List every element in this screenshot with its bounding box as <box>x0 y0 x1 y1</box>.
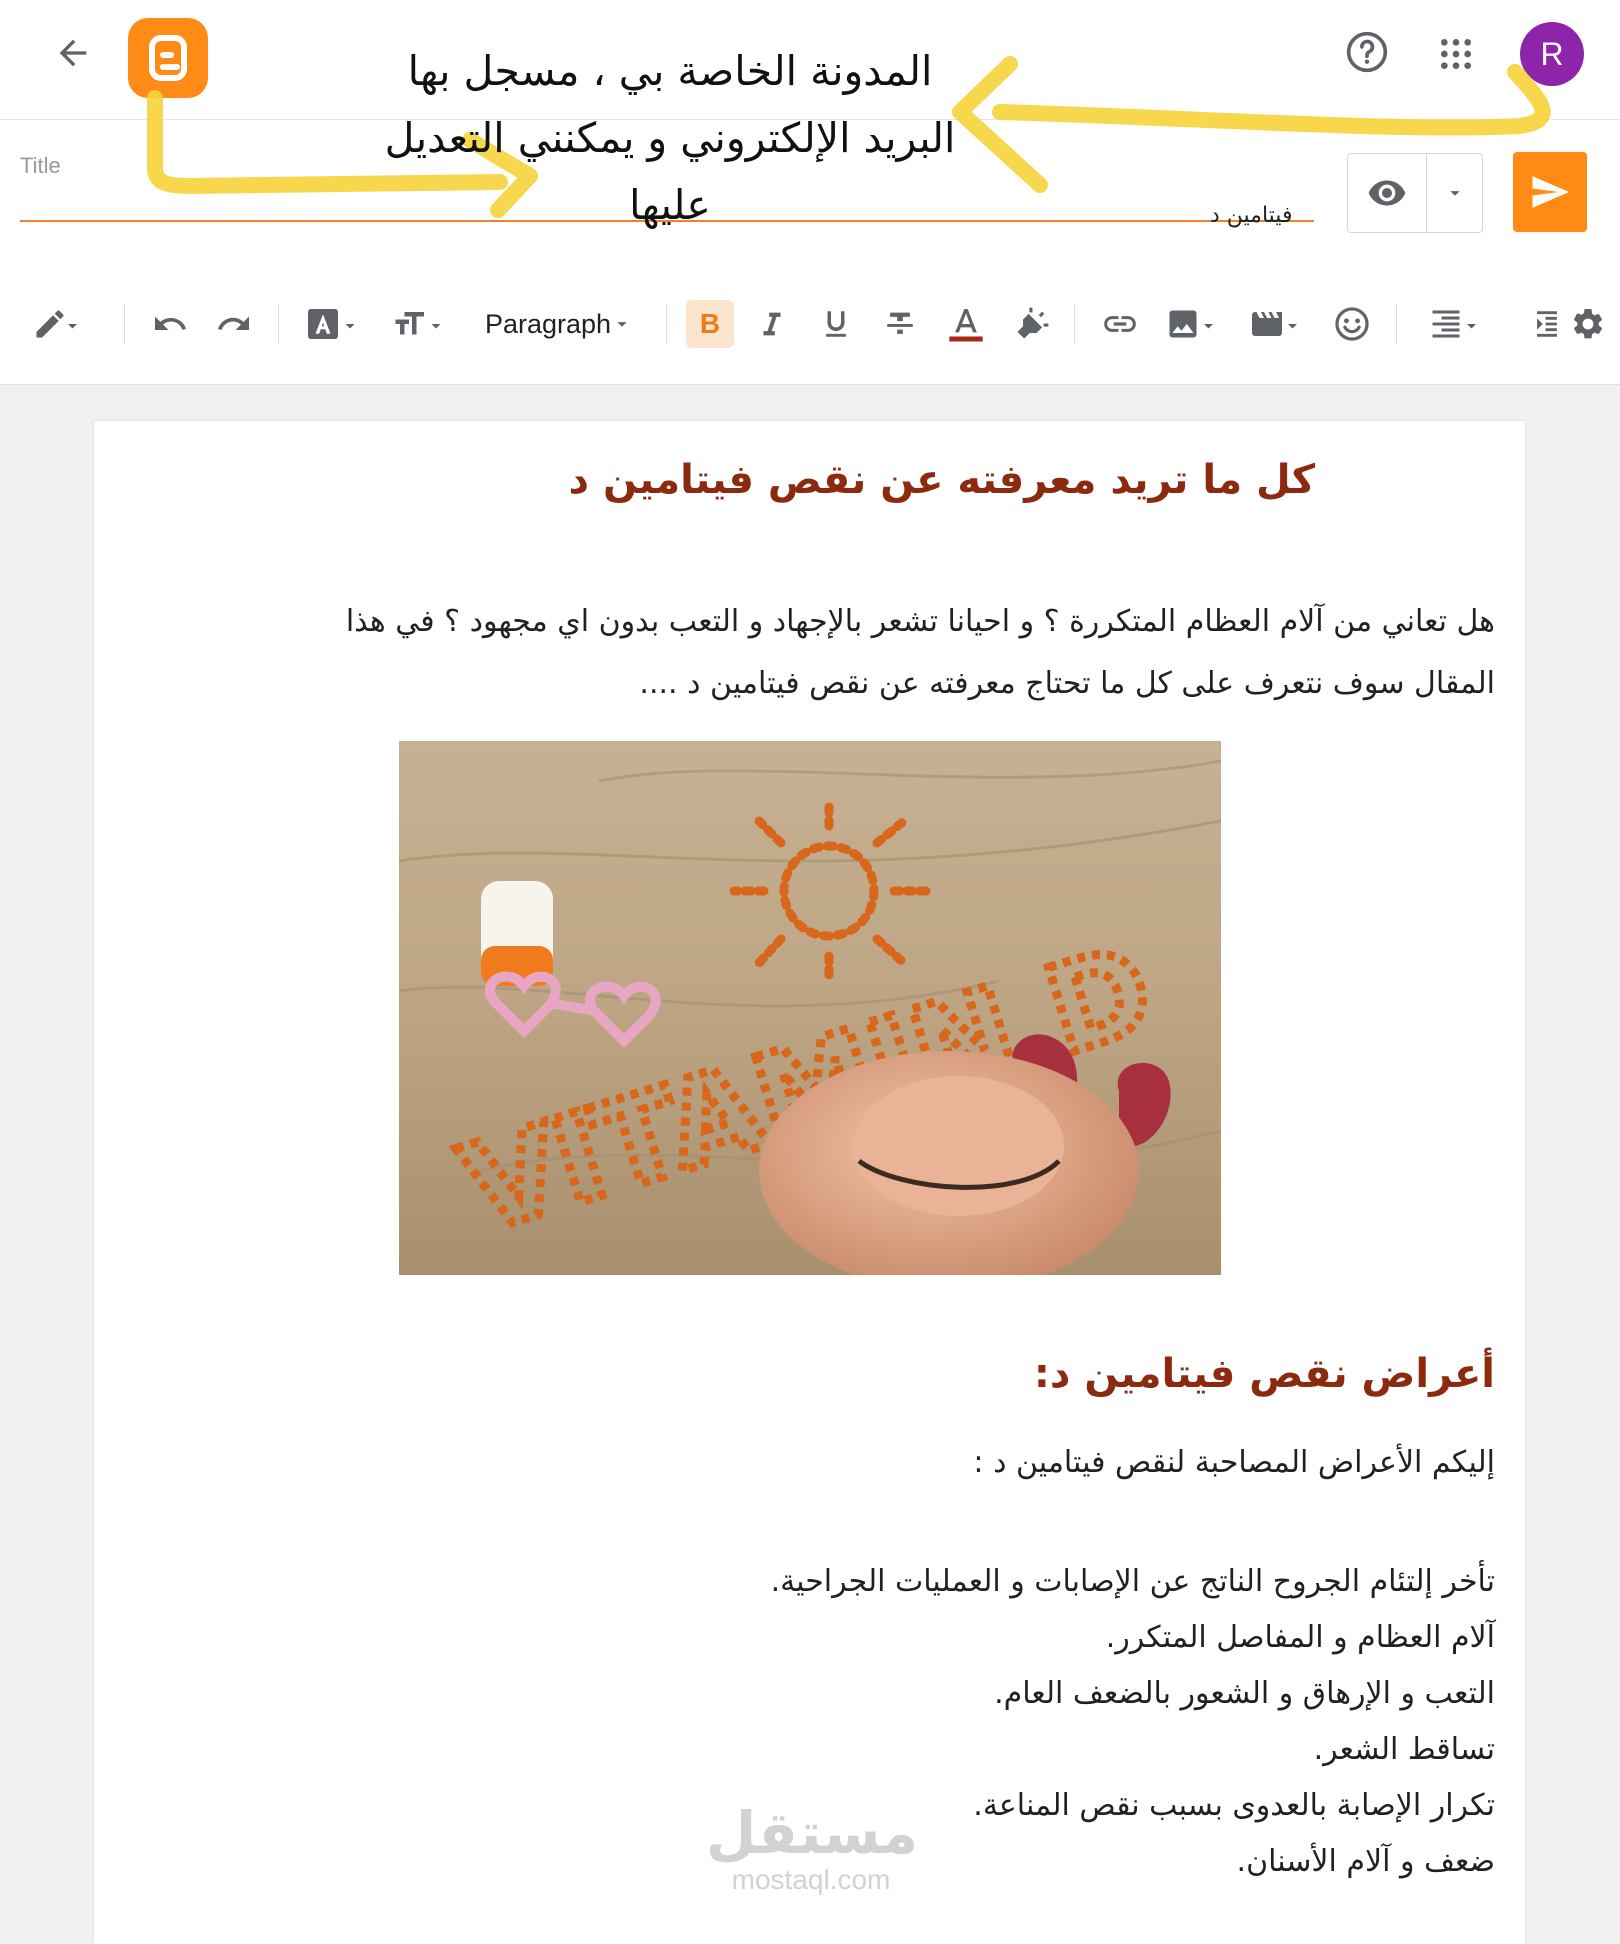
preview-button-group <box>1347 153 1483 233</box>
align-icon[interactable] <box>1420 298 1490 350</box>
preview-eye-icon[interactable] <box>1348 154 1427 232</box>
redo-icon[interactable] <box>212 298 256 350</box>
annotation-line: عليها <box>629 181 711 229</box>
post-editor-canvas[interactable]: كل ما تريد معرفته عن نقص فيتامين د هل تع… <box>94 421 1525 1944</box>
editor-toolbar: Paragraph B <box>0 268 1620 385</box>
settings-icon[interactable] <box>1568 298 1608 350</box>
intro-line: المقال سوف نتعرف على كل ما تحتاج معرفته … <box>639 666 1495 701</box>
paragraph-label: Paragraph <box>484 308 612 339</box>
link-icon[interactable] <box>1096 298 1144 350</box>
chevron-down-icon <box>617 322 627 327</box>
vitamin-d-beach-image[interactable]: VITAMIN D <box>399 741 1221 1275</box>
watermark-arabic: مستقل <box>706 1799 919 1867</box>
bold-button[interactable]: B <box>686 298 734 350</box>
symptoms-intro: إليكم الأعراض المصاحبة لنقص فيتامين د : <box>973 1445 1495 1480</box>
list-item: التعب و الإرهاق و الشعور بالضعف العام. <box>994 1676 1495 1711</box>
user-avatar[interactable]: R <box>1520 22 1584 86</box>
intro-paragraph: هل تعاني من آلام العظام المتكررة ؟ و احي… <box>204 591 1495 715</box>
symptoms-heading: أعراض نقص فيتامين د: <box>1033 1351 1495 1397</box>
intro-line: هل تعاني من آلام العظام المتكررة ؟ و احي… <box>345 604 1495 639</box>
publish-send-icon[interactable] <box>1513 152 1587 232</box>
highlight-icon[interactable] <box>1008 298 1056 350</box>
title-placeholder: Title <box>20 153 61 178</box>
handwritten-annotation: المدونة الخاصة بي ، مسجل بها البريد الإل… <box>360 38 980 239</box>
paragraph-dropdown[interactable]: Paragraph <box>474 298 644 350</box>
pencil-icon[interactable] <box>22 298 90 350</box>
annotation-line: البريد الإلكتروني و يمكنني التعديل <box>384 114 956 162</box>
video-icon[interactable] <box>1244 298 1308 350</box>
undo-icon[interactable] <box>148 298 192 350</box>
bold-icon: B <box>686 300 734 348</box>
toolbar-divider <box>1074 304 1075 344</box>
italic-icon[interactable] <box>750 298 794 350</box>
list-item: تأخر إلتئام الجروح الناتج عن الإصابات و … <box>770 1564 1495 1599</box>
mostaql-watermark: مستقل mostaql.com <box>706 1799 919 1895</box>
toolbar-divider <box>1396 304 1397 344</box>
post-label: فيتامين د <box>1210 203 1293 228</box>
font-color-box-icon[interactable] <box>302 298 362 350</box>
watermark-latin: mostaql.com <box>731 1864 891 1895</box>
toolbar-divider <box>666 304 667 344</box>
list-item: آلام العظام و المفاصل المتكرر. <box>1105 1620 1495 1655</box>
help-icon[interactable] <box>1345 30 1389 74</box>
blogger-logo-icon[interactable] <box>128 18 208 98</box>
image-icon[interactable] <box>1160 298 1224 350</box>
strikethrough-icon[interactable] <box>878 298 922 350</box>
indent-icon[interactable] <box>1530 298 1564 350</box>
list-item: تساقط الشعر. <box>1313 1732 1495 1767</box>
underline-icon[interactable] <box>814 298 858 350</box>
preview-dropdown-icon[interactable] <box>1427 154 1482 232</box>
text-color-icon[interactable] <box>942 298 990 350</box>
annotation-line: المدونة الخاصة بي ، مسجل بها <box>407 47 933 95</box>
back-arrow-icon[interactable] <box>48 28 98 78</box>
post-heading: كل ما تريد معرفته عن نقص فيتامين د <box>568 457 1315 503</box>
emoji-icon[interactable] <box>1328 298 1376 350</box>
toolbar-divider <box>124 304 125 344</box>
text-size-icon[interactable] <box>388 298 448 350</box>
toolbar-divider <box>278 304 279 344</box>
apps-grid-icon[interactable] <box>1436 34 1476 74</box>
